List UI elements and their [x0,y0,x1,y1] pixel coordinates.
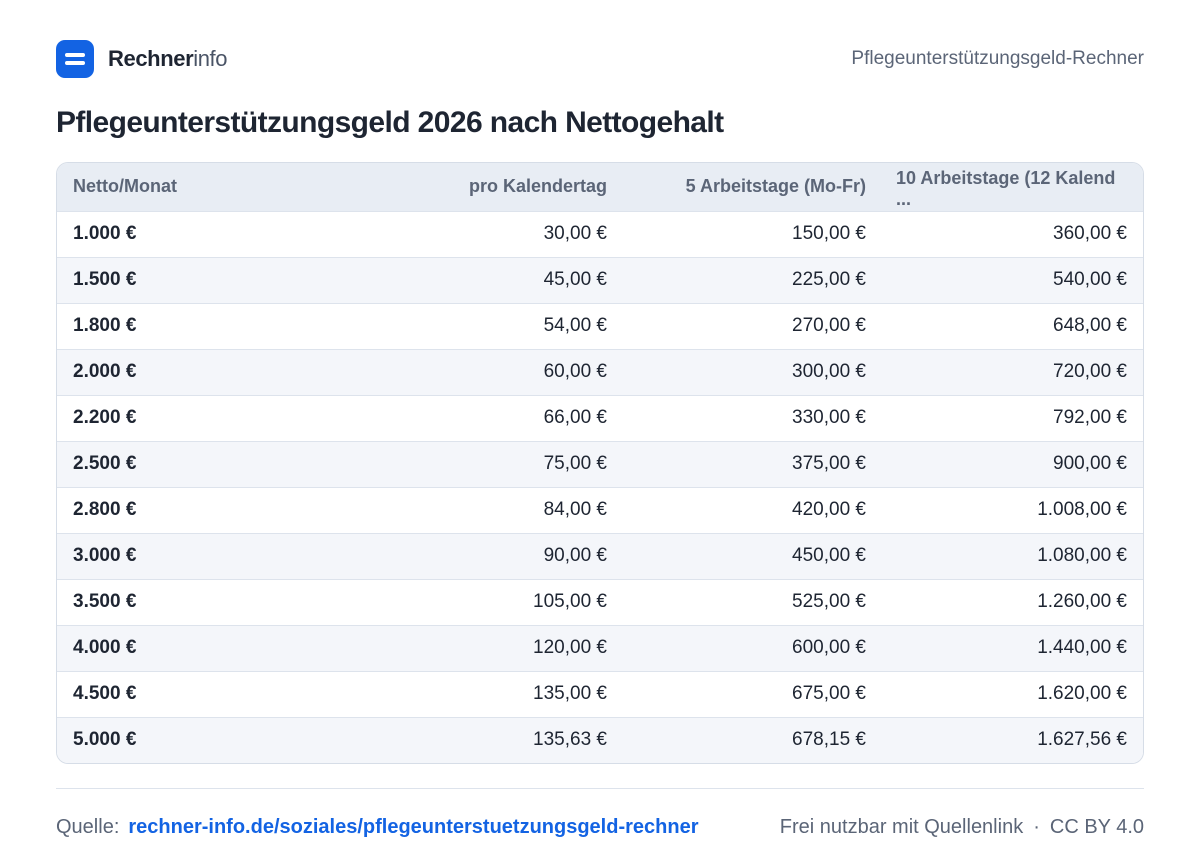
table-row: 1.500 € 45,00 € 225,00 € 540,00 € [57,257,1143,303]
column-header-5-workdays: 5 Arbeitstage (Mo-Fr) [685,176,866,197]
page-title: Pflegeunterstützungsgeld 2026 nach Netto… [56,106,724,139]
cell-5-workdays: 330,00 € [792,407,866,428]
cell-5-workdays: 678,15 € [792,729,866,751]
cell-per-day: 54,00 € [543,315,607,336]
cell-5-workdays: 300,00 € [792,361,866,382]
table-row: 4.500 € 135,00 € 675,00 € 1.620,00 € [57,671,1143,717]
cell-10-workdays: 1.620,00 € [1037,683,1127,704]
cell-5-workdays: 600,00 € [792,637,866,658]
table-header-row: Netto/Monat pro Kalendertag 5 Arbeitstag… [57,163,1143,211]
cell-netto: 1.000 € [73,223,137,244]
table-row: 1.000 € 30,00 € 150,00 € 360,00 € [57,211,1143,257]
brand-wordmark: Rechnerinfo [108,46,228,72]
cell-10-workdays: 1.080,00 € [1037,545,1127,566]
cell-10-workdays: 1.627,56 € [1037,729,1127,751]
cell-10-workdays: 540,00 € [1053,269,1127,290]
cell-netto: 1.500 € [73,269,137,290]
cell-netto: 2.800 € [73,499,137,520]
cell-5-workdays: 150,00 € [792,223,866,244]
table-row: 2.000 € 60,00 € 300,00 € 720,00 € [57,349,1143,395]
cell-netto: 3.000 € [73,545,137,566]
cell-10-workdays: 900,00 € [1053,453,1127,474]
brand-name-strong: Rechner [108,46,194,71]
cell-per-day: 75,00 € [543,453,607,474]
cell-netto: 2.200 € [73,407,137,428]
cell-netto: 4.000 € [73,637,137,658]
footer: Quelle: rechner-info.de/soziales/pflegeu… [56,812,1144,842]
cell-netto: 4.500 € [73,683,137,704]
source-link[interactable]: rechner-info.de/soziales/pflegeunterstue… [128,816,698,839]
table-row: 2.800 € 84,00 € 420,00 € 1.008,00 € [57,487,1143,533]
cell-netto: 2.000 € [73,361,137,382]
cell-5-workdays: 525,00 € [792,591,866,612]
cell-per-day: 135,63 € [533,729,607,751]
cell-5-workdays: 420,00 € [792,499,866,520]
cell-netto: 5.000 € [73,729,137,751]
rechnerinfo-logo-icon [56,40,94,78]
table-row: 1.800 € 54,00 € 270,00 € 648,00 € [57,303,1143,349]
cell-10-workdays: 1.440,00 € [1037,637,1127,658]
cell-netto: 3.500 € [73,591,137,612]
usage-note: Frei nutzbar mit Quellenlink [779,815,1024,838]
cell-netto: 2.500 € [73,453,137,474]
cell-10-workdays: 1.008,00 € [1037,499,1127,520]
cell-10-workdays: 648,00 € [1053,315,1127,336]
license-text: CC BY 4.0 [1049,815,1144,838]
table-row: 2.200 € 66,00 € 330,00 € 792,00 € [57,395,1143,441]
cell-per-day: 45,00 € [543,269,607,290]
cell-per-day: 120,00 € [533,637,607,658]
cell-netto: 1.800 € [73,315,137,336]
brand-name-light: info [193,46,228,71]
cell-5-workdays: 675,00 € [792,683,866,704]
cell-5-workdays: 450,00 € [792,545,866,566]
site-header: Rechnerinfo Pflegeunterstützungsgeld-Rec… [56,40,1144,78]
table-row: 2.500 € 75,00 € 375,00 € 900,00 € [57,441,1143,487]
cell-5-workdays: 270,00 € [792,315,866,336]
column-header-netto: Netto/Monat [73,176,177,197]
table-row: 3.500 € 105,00 € 525,00 € 1.260,00 € [57,579,1143,625]
table-row: 5.000 € 135,63 € 678,15 € 1.627,56 € [57,717,1143,763]
payout-table: Netto/Monat pro Kalendertag 5 Arbeitstag… [56,162,1144,764]
table-row: 4.000 € 120,00 € 600,00 € 1.440,00 € [57,625,1143,671]
cell-5-workdays: 375,00 € [792,453,866,474]
cell-per-day: 30,00 € [543,223,607,244]
cell-5-workdays: 225,00 € [792,269,866,290]
cell-per-day: 66,00 € [543,407,607,428]
column-header-per-day: pro Kalendertag [468,176,607,197]
footer-divider [56,788,1144,789]
brand-logo[interactable]: Rechnerinfo [56,40,228,78]
cell-10-workdays: 720,00 € [1053,361,1127,382]
cell-10-workdays: 1.260,00 € [1037,591,1127,612]
cell-10-workdays: 792,00 € [1053,407,1127,428]
cell-per-day: 105,00 € [533,591,607,612]
source-label: Quelle: [56,815,120,838]
cell-per-day: 90,00 € [543,545,607,566]
table-row: 3.000 € 90,00 € 450,00 € 1.080,00 € [57,533,1143,579]
cell-per-day: 84,00 € [543,499,607,520]
footer-separator: · [1033,815,1040,838]
calculator-name: Pflegeunterstützungsgeld-Rechner [851,48,1144,69]
cell-per-day: 135,00 € [533,683,607,704]
cell-per-day: 60,00 € [543,361,607,382]
cell-10-workdays: 360,00 € [1053,223,1127,244]
column-header-10-workdays: 10 Arbeitstage (12 Kalend ... [896,167,1116,209]
